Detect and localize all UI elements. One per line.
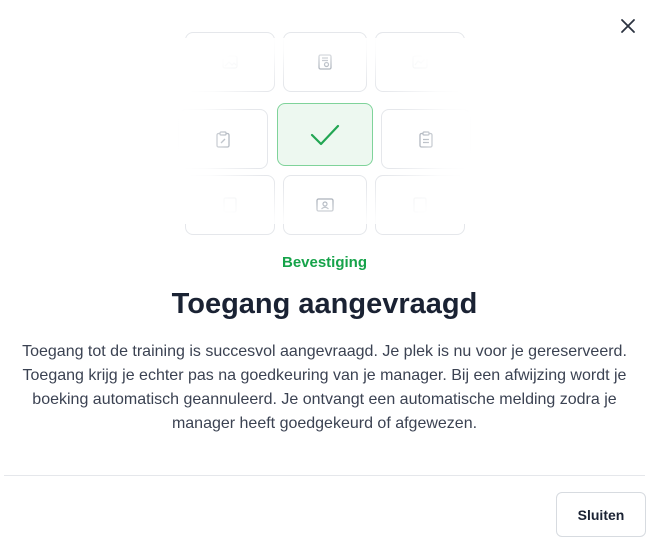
tile-chart	[375, 32, 465, 92]
tile-certificate	[283, 32, 367, 92]
tile-clipboard-edit	[178, 109, 268, 169]
close-icon	[621, 19, 635, 33]
tile-clipboard-check	[381, 109, 471, 169]
clipboard-check-icon	[419, 130, 433, 148]
chart-icon	[412, 55, 428, 69]
certificate-icon	[318, 54, 332, 70]
clipboard-edit-icon	[216, 130, 230, 148]
document-icon	[413, 197, 427, 213]
tile-id-card	[283, 175, 367, 235]
document-icon	[223, 197, 237, 213]
close-button[interactable]: Sluiten	[556, 492, 646, 537]
checkmark-icon	[310, 124, 340, 145]
tile-success	[277, 103, 373, 166]
footer-divider	[4, 475, 645, 476]
confirmation-dialog: Bevestiging Toegang aangevraagd Toegang …	[0, 0, 657, 548]
success-illustration	[0, 32, 657, 235]
tile-image	[185, 32, 275, 92]
tile-document-2	[375, 175, 465, 235]
image-icon	[222, 55, 238, 69]
id-card-icon	[316, 198, 334, 212]
close-dialog-button[interactable]	[616, 14, 640, 38]
tile-document	[185, 175, 275, 235]
dialog-title: Toegang aangevraagd	[171, 288, 478, 320]
dialog-body: Toegang tot de training is succesvol aan…	[22, 343, 627, 432]
dialog-eyebrow: Bevestiging	[281, 254, 368, 271]
